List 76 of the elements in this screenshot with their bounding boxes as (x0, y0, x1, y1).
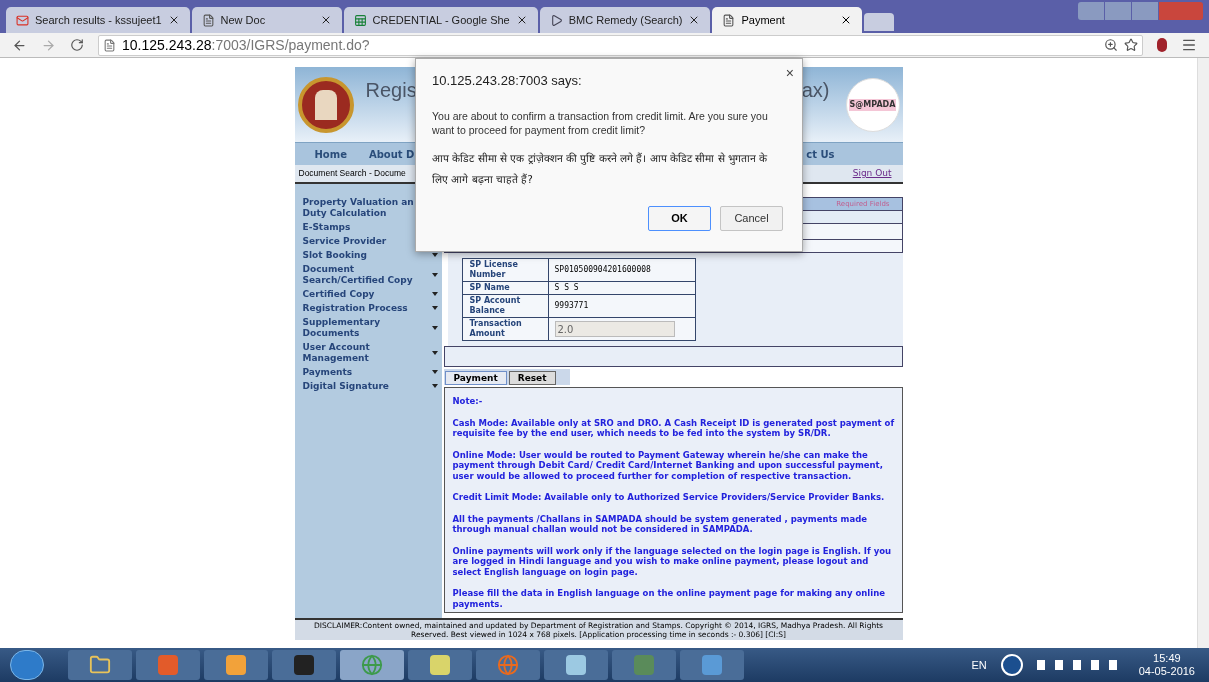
globe-icon (497, 654, 519, 676)
field-value: SP010500904201600008 (554, 265, 651, 274)
sidebar-item[interactable]: Payments (302, 365, 438, 379)
extension-icon[interactable] (1157, 38, 1167, 52)
page-icon (201, 13, 215, 27)
browser-tab[interactable]: New Doc (191, 7, 342, 33)
site-title: ax) (801, 77, 830, 103)
sidebar-item[interactable]: User Account Management (302, 340, 438, 365)
tab-title: New Doc (220, 12, 267, 28)
taskbar-button[interactable] (544, 650, 608, 680)
spreadsheet-icon (353, 13, 367, 27)
scrollbar[interactable] (1197, 58, 1209, 648)
mail-icon (16, 13, 29, 27)
tray-icons-drawing[interactable] (1036, 660, 1117, 670)
field-value: 9993771 (554, 301, 589, 310)
note-text: Online payments will work only if the language selected on the login page is English. If you are logged in Hindi language and you wish to make online payment, please logout and select English language on login page. (452, 545, 893, 577)
note-text: All the payments /Challans in SAMPADA should be system generated , payments made through manual challan would not be considered in SAMPADA. (452, 513, 869, 535)
tab-title: Search results - kssujeet1 (35, 12, 162, 28)
taskbar-button[interactable] (272, 650, 336, 680)
back-icon[interactable] (12, 37, 27, 53)
dialog-message: आप केडिट सीमा से एक ट्रांज़ेक्शन की पुष्टि करने लगे हैं। आप केडिट सीमा से भुगतान के लिए आगे बढ़ना चाहते हैं? (432, 150, 769, 187)
tab-title: BMC Remedy (Search) (568, 12, 683, 28)
sidebar-item[interactable]: Supplementary Documents (302, 315, 438, 340)
sidebar-item[interactable]: Digital Signature (302, 379, 438, 393)
tab-title: Payment (741, 12, 786, 28)
breadcrumb-text: Document Search - Docume (298, 167, 406, 180)
taskbar-button[interactable] (408, 650, 472, 680)
address-bar[interactable]: 10.125.243.28:7003/IGRS/payment.do? (98, 34, 1143, 56)
reload-icon[interactable] (70, 38, 84, 52)
field-label: Transaction Amount (462, 317, 548, 341)
browser-tab[interactable]: CREDENTIAL - Google She (343, 7, 538, 33)
taskbar-button[interactable] (68, 650, 132, 680)
note-text: Please fill the data in English language on the online payment page for making any online payments. (452, 588, 886, 609)
dialog-message: You are about to confirm a transaction from credit limit. Are you sure you want to proceed for payment from credit limit? (432, 108, 769, 137)
note-text: Note:- (452, 396, 484, 407)
dialog-title: 10.125.243.28:7003 says: (432, 72, 583, 90)
browser-tab[interactable]: Payment (712, 7, 863, 33)
field-label: SP Name (462, 281, 548, 295)
star-icon[interactable] (1124, 38, 1138, 52)
menu-icon[interactable] (1181, 37, 1197, 53)
field-value: S S S (554, 283, 579, 292)
zoom-icon[interactable] (1104, 38, 1118, 52)
nav-link[interactable]: Home (314, 146, 347, 162)
dialog-button[interactable]: OK (648, 206, 711, 231)
field-label: SP Account Balance (462, 294, 548, 318)
note-text: Credit Limit Mode: Available only to Authorized Service Providers/Service Provider Banks. (452, 492, 886, 503)
amount-field[interactable]: 2.0 (554, 321, 675, 337)
folder-icon (89, 654, 111, 676)
sign-out-link[interactable]: Sign Out (852, 166, 892, 181)
language-indicator[interactable]: EN (971, 656, 987, 674)
browser-tab[interactable]: Search results - kssujeet1 (6, 7, 190, 33)
url-text: 10.125.243.28:7003/IGRS/payment.do? (122, 35, 370, 55)
dialog-button[interactable]: Cancel (720, 206, 783, 231)
sidebar-item[interactable]: Registration Process (302, 301, 438, 315)
taskbar-button[interactable] (204, 650, 268, 680)
page-icon (722, 13, 736, 27)
nav-link[interactable]: ct Us (806, 146, 835, 162)
site-title: Regis (365, 77, 417, 103)
note-text: Cash Mode: Available only at SRO and DRO. A Cash Receipt ID is generated post payment of requisite fee by the end user, which needs to be fed into the system by SR/DR. (452, 417, 896, 439)
new-tab-button[interactable] (864, 13, 895, 31)
clock[interactable]: 15:49 04-05-2016 (1138, 652, 1195, 678)
sidebar-item[interactable]: Document Search/Certified Copy (302, 262, 438, 287)
form-button[interactable]: Payment (444, 371, 507, 385)
sidebar-item[interactable]: Certified Copy (302, 287, 438, 301)
start-button[interactable] (10, 650, 44, 680)
nav-link[interactable]: About D (368, 146, 415, 162)
tab-title: CREDENTIAL - Google She (372, 12, 510, 28)
help-icon[interactable] (1000, 654, 1023, 676)
sampada-logo: S@MPADA (845, 77, 900, 132)
field-label: SP License Number (462, 258, 548, 282)
page-icon (103, 38, 116, 52)
browser-tab[interactable]: BMC Remedy (Search) (539, 7, 711, 33)
note-text: Online Mode: User would be routed to Payment Gateway wherein he/she can make the payment through Debit Card/ Credit Card/Internet Banking and upon successful payment, user would be allowed to proceed further for completion of respective transaction. (452, 449, 884, 481)
form-button[interactable]: Reset (508, 371, 556, 385)
globe-icon (361, 654, 383, 676)
close-button[interactable]: × (785, 63, 794, 84)
